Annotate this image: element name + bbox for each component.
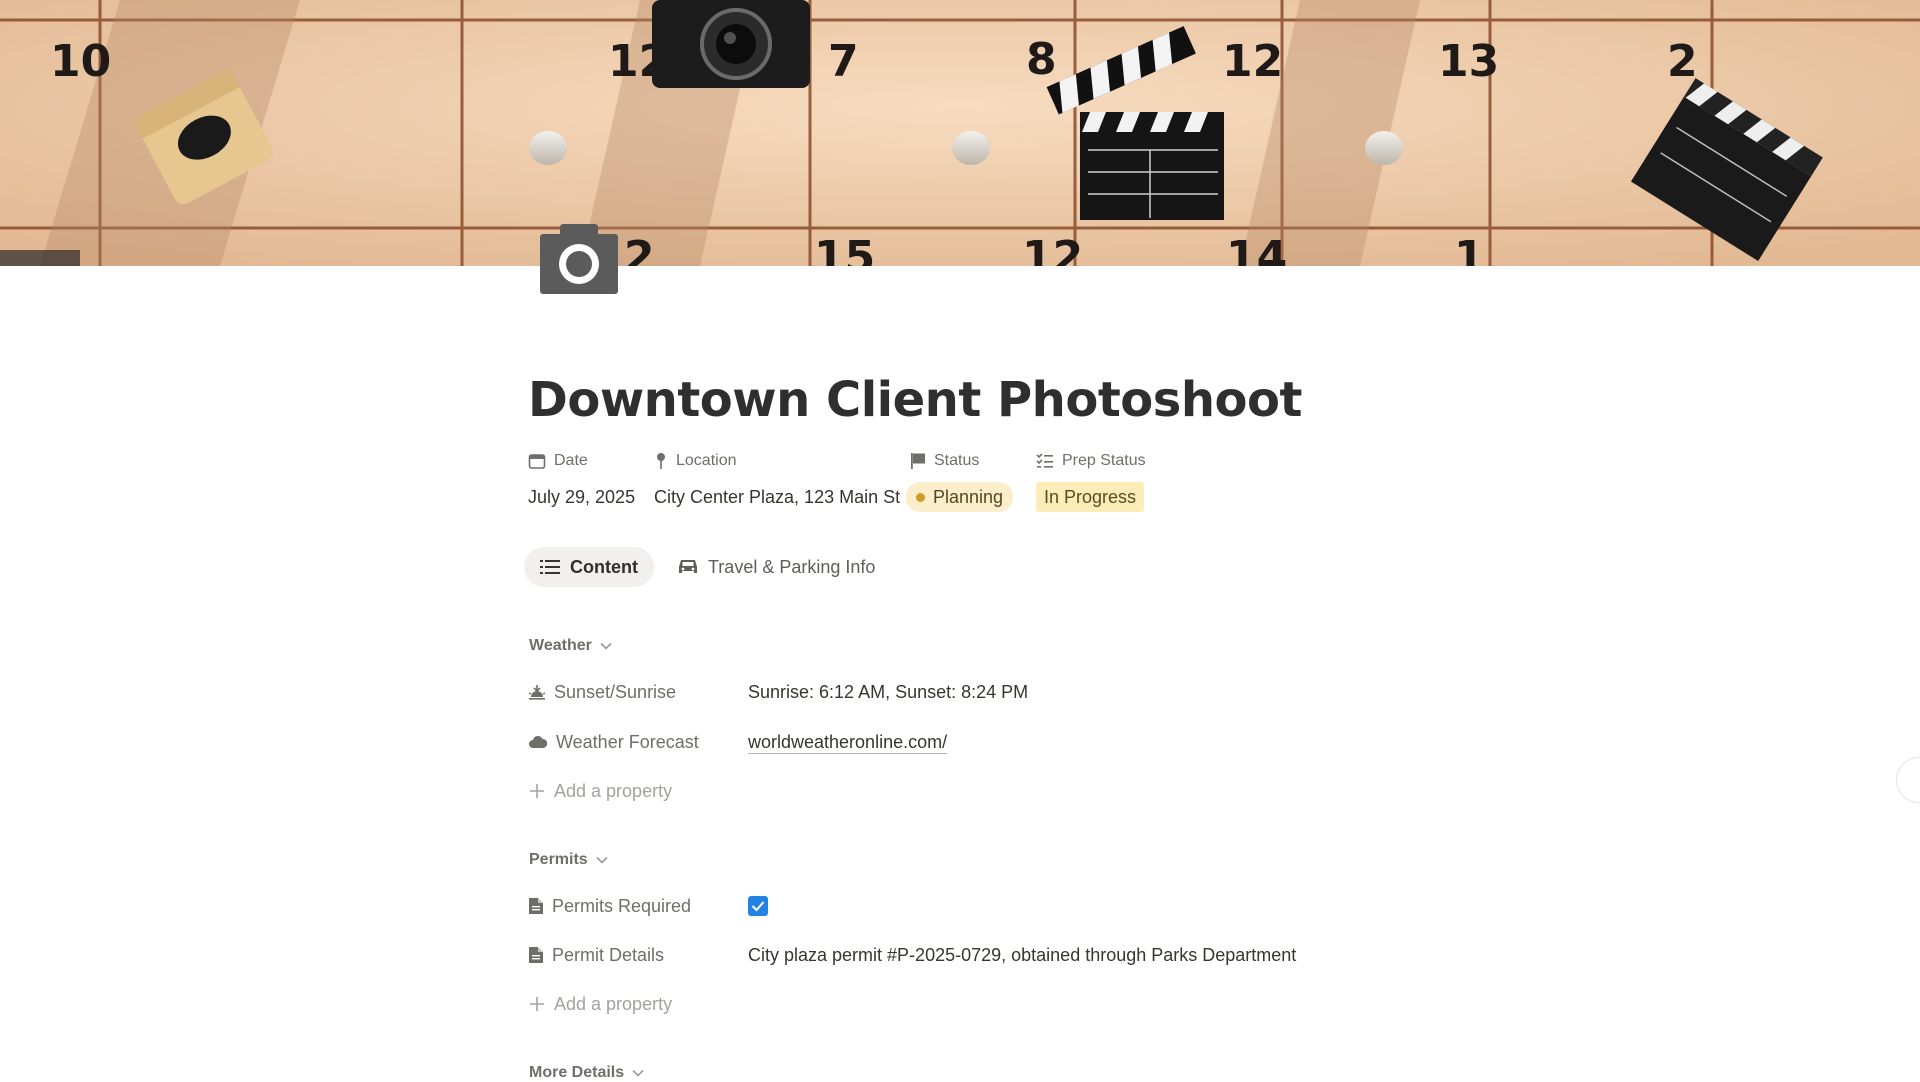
property-label: Permits Required — [552, 895, 692, 916]
section-weather-header[interactable]: Weather — [529, 637, 612, 655]
chevron-down-icon — [632, 1069, 644, 1077]
add-property-button[interactable]: Add a property — [528, 986, 1428, 1022]
property-location[interactable]: Location City Center Plaza, 123 Main St — [654, 448, 900, 510]
calendar-number: 14 — [1226, 232, 1287, 266]
view-tabs: Content Travel & Parking Info — [524, 547, 891, 587]
calendar-icon — [528, 454, 546, 469]
section-more-details-header[interactable]: More Details — [529, 1064, 644, 1082]
list-icon — [540, 560, 560, 574]
tab-travel-parking[interactable]: Travel & Parking Info — [662, 547, 891, 587]
car-icon — [678, 560, 697, 573]
document-icon — [529, 898, 543, 914]
property-date[interactable]: Date July 29, 2025 — [528, 448, 635, 510]
calendar-number: 15 — [814, 232, 875, 266]
weather-forecast-link[interactable]: worldweatheronline.com/ — [748, 731, 948, 754]
cover-illustration: 10 12 7 8 12 13 2 2 15 12 14 1 — [0, 0, 1920, 266]
property-row-sunset-sunrise[interactable]: Sunset/Sunrise Sunrise: 6:12 AM, Sunset:… — [528, 674, 1428, 710]
tab-travel-parking-label: Travel & Parking Info — [707, 556, 876, 577]
tab-content-label: Content — [570, 556, 638, 577]
camera-icon[interactable] — [540, 224, 618, 294]
property-label: Permit Details — [552, 944, 665, 965]
plus-icon — [530, 784, 544, 798]
property-prep-status-label: Prep Status — [1062, 452, 1146, 469]
status-value: Planning — [933, 486, 1004, 507]
page-cover[interactable]: 10 12 7 8 12 13 2 2 15 12 14 1 — [0, 0, 1920, 266]
pin-icon — [657, 453, 665, 469]
property-row-permits-required[interactable]: Permits Required — [528, 888, 1428, 924]
property-label: Sunset/Sunrise — [554, 681, 677, 702]
calendar-number: 2 — [1667, 36, 1698, 87]
sunrise-icon — [528, 685, 546, 700]
add-property-label: Add a property — [554, 780, 673, 801]
property-row-weather-forecast[interactable]: Weather Forecast worldweatheronline.com/ — [528, 724, 1428, 760]
document-icon — [529, 947, 543, 963]
chevron-down-icon — [596, 856, 608, 864]
add-property-label: Add a property — [554, 993, 673, 1014]
checklist-icon — [1036, 453, 1053, 468]
calendar-number: 13 — [1438, 36, 1499, 87]
prep-status-tag[interactable]: In Progress — [1036, 482, 1145, 512]
property-row-permit-details[interactable]: Permit Details City plaza permit #P-2025… — [528, 937, 1428, 973]
property-status[interactable]: Status Planning — [906, 448, 1014, 512]
side-peek-handle[interactable] — [1896, 757, 1920, 803]
status-dot — [916, 492, 925, 502]
calendar-number: 1 — [1454, 232, 1485, 266]
property-location-label: Location — [676, 452, 737, 469]
calendar-number: 2 — [624, 232, 655, 266]
property-prep-status[interactable]: Prep Status In Progress — [1036, 448, 1146, 512]
calendar-number: 10 — [50, 36, 111, 87]
permits-required-checkbox[interactable] — [748, 896, 768, 916]
page-title[interactable]: Downtown Client Photoshoot — [528, 372, 1302, 428]
property-status-label: Status — [934, 452, 980, 469]
checkmark-icon — [751, 901, 765, 912]
property-value[interactable]: Sunrise: 6:12 AM, Sunset: 8:24 PM — [748, 682, 1028, 703]
property-value[interactable]: City plaza permit #P-2025-0729, obtained… — [748, 945, 1296, 966]
status-badge[interactable]: Planning — [906, 482, 1014, 512]
section-more-details-title: More Details — [529, 1064, 625, 1081]
section-permits-header[interactable]: Permits — [529, 851, 608, 869]
flag-icon — [911, 453, 925, 469]
property-location-value[interactable]: City Center Plaza, 123 Main St — [654, 484, 900, 510]
section-permits-title: Permits — [529, 851, 588, 868]
calendar-number: 8 — [1026, 34, 1057, 85]
tab-content[interactable]: Content — [524, 547, 654, 587]
property-label: Weather Forecast — [556, 731, 699, 752]
chevron-down-icon — [600, 642, 612, 650]
calendar-number: 12 — [1222, 36, 1283, 87]
plus-icon — [530, 997, 544, 1011]
calendar-number: 7 — [828, 36, 859, 87]
camera-illustration — [652, 0, 810, 88]
cloud-icon — [529, 735, 548, 748]
property-date-label: Date — [554, 452, 588, 469]
page-properties: Date July 29, 2025 Location City Center … — [528, 448, 1428, 518]
property-date-value[interactable]: July 29, 2025 — [528, 484, 635, 510]
calendar-number: 12 — [1022, 232, 1083, 266]
section-weather-title: Weather — [529, 637, 592, 654]
add-property-button[interactable]: Add a property — [528, 773, 1428, 809]
